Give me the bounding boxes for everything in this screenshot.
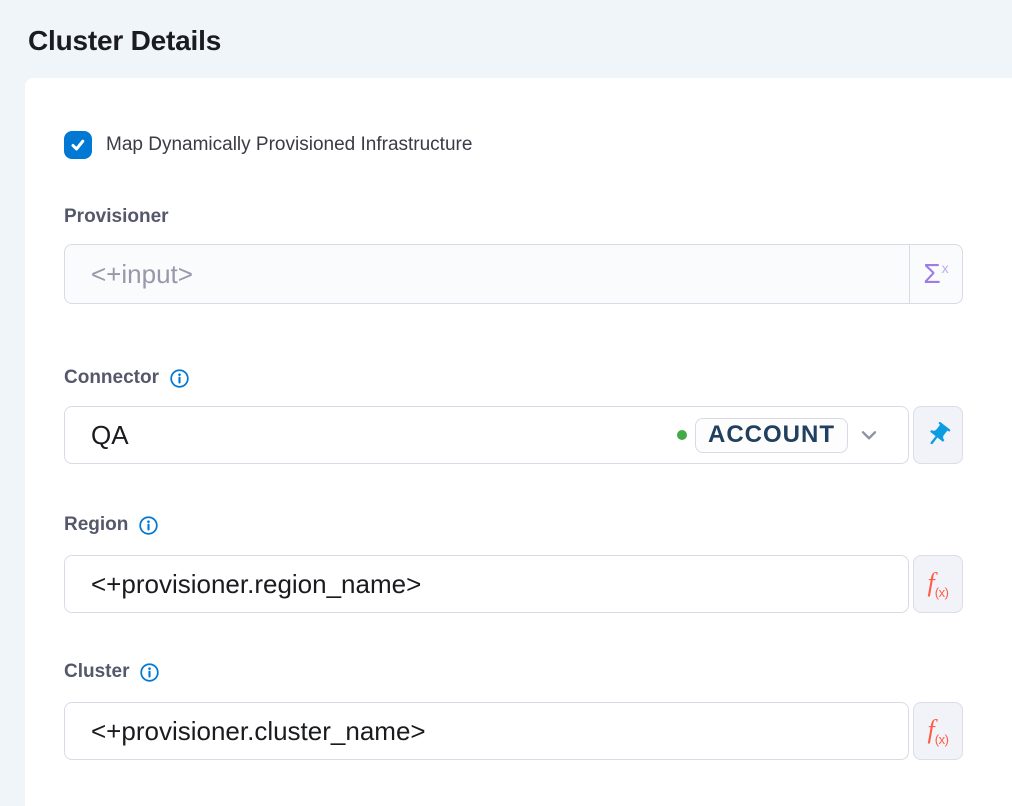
cluster-label-row: Cluster	[64, 660, 963, 684]
connector-pin-button[interactable]	[913, 406, 963, 464]
cluster-input[interactable]	[91, 716, 882, 747]
connector-selector[interactable]: ACCOUNT	[64, 406, 909, 464]
region-label-row: Region	[64, 513, 963, 537]
region-fx-button[interactable]: f(x)	[913, 555, 963, 613]
cluster-info-icon[interactable]	[139, 662, 160, 683]
chevron-down-icon[interactable]	[856, 422, 882, 448]
provisioner-label-row: Provisioner	[64, 205, 963, 229]
cluster-field	[64, 702, 909, 760]
region-label: Region	[64, 513, 128, 537]
checkmark-icon	[69, 136, 87, 154]
cluster-label: Cluster	[64, 660, 129, 684]
page-title: Cluster Details	[0, 0, 1012, 56]
region-row: f(x)	[64, 555, 963, 613]
connector-input[interactable]	[91, 420, 677, 451]
fx-icon: f(x)	[928, 717, 949, 746]
cluster-row: f(x)	[64, 702, 963, 760]
fx-icon: f(x)	[928, 570, 949, 599]
connector-info-icon[interactable]	[169, 368, 190, 389]
sigma-x-icon: Σx	[923, 260, 948, 288]
connector-meta: ACCOUNT	[677, 418, 882, 453]
region-input[interactable]	[91, 569, 882, 600]
cluster-details-card: Map Dynamically Provisioned Infrastructu…	[25, 78, 1012, 806]
map-dynamic-infra-row: Map Dynamically Provisioned Infrastructu…	[64, 131, 963, 159]
connector-scope-badge: ACCOUNT	[695, 418, 848, 453]
connector-status-dot	[677, 430, 687, 440]
region-info-icon[interactable]	[138, 515, 159, 536]
connector-label-row: Connector	[64, 366, 963, 390]
map-dynamic-infra-label[interactable]: Map Dynamically Provisioned Infrastructu…	[106, 134, 472, 156]
runtime-input-type-button[interactable]: Σx	[909, 245, 962, 303]
pin-icon	[918, 415, 957, 454]
provisioner-input[interactable]	[65, 245, 909, 303]
provisioner-field: Σx	[64, 244, 963, 304]
connector-row: ACCOUNT	[64, 406, 963, 464]
map-dynamic-infra-checkbox[interactable]	[64, 131, 92, 159]
connector-label: Connector	[64, 366, 159, 390]
cluster-fx-button[interactable]: f(x)	[913, 702, 963, 760]
region-field	[64, 555, 909, 613]
provisioner-label: Provisioner	[64, 205, 169, 229]
